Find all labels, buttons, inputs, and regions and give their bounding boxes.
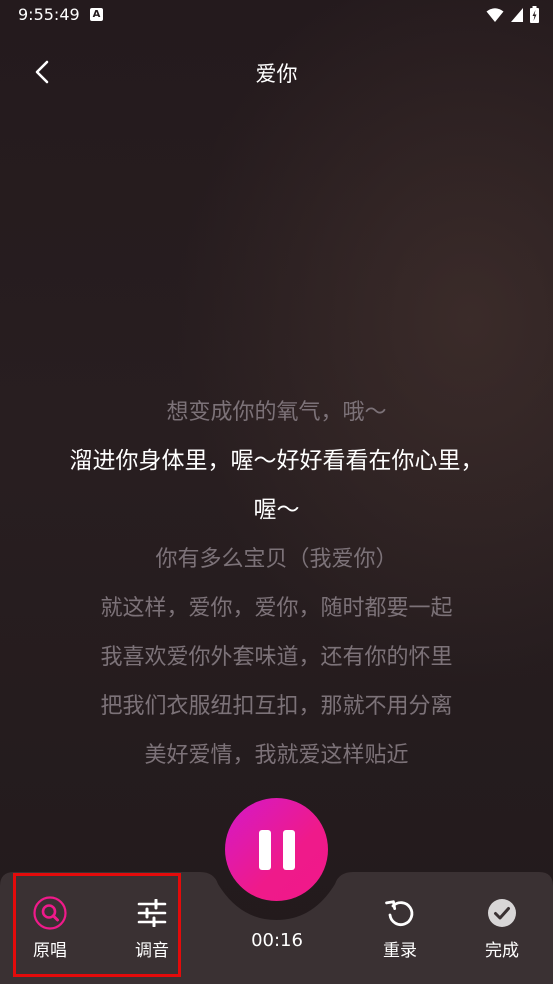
- lyric-line: 想变成你的氧气，哦～: [166, 400, 387, 425]
- status-icons: [486, 6, 539, 23]
- rerecord-button[interactable]: 重录: [365, 896, 435, 961]
- undo-icon: [385, 900, 414, 927]
- check-circle-icon: [488, 899, 516, 927]
- lyric-line-current: 溜进你身体里，喔～好好看看在你心里，: [69, 448, 484, 474]
- notification-a-icon: A: [90, 8, 103, 21]
- lyric-line: 美好爱情，我就爱这样贴近: [144, 743, 409, 768]
- highlight-box: [13, 873, 181, 977]
- rerecord-label: 重录: [383, 941, 417, 961]
- finish-label: 完成: [485, 941, 519, 961]
- lyric-line-current: 喔～: [253, 497, 300, 523]
- header: 爱你: [0, 48, 553, 96]
- lyrics-panel: 想变成你的氧气，哦～ 溜进你身体里，喔～好好看看在你心里， 喔～ 你有多么宝贝（…: [20, 388, 533, 780]
- karaoke-recording-screen: 9:55:49 A 爱你 想变成你的氧气，哦～ 溜进你身体里，喔～好好看看在你心…: [0, 0, 553, 984]
- pause-icon: [258, 829, 271, 870]
- page-title: 爱你: [255, 62, 298, 86]
- wifi-icon: [486, 7, 504, 22]
- status-time: 9:55:49: [18, 5, 80, 24]
- status-bar: 9:55:49 A: [0, 0, 553, 32]
- lyric-line: 你有多么宝贝（我爱你）: [155, 547, 398, 572]
- lyric-line: 我喜欢爱你外套味道，还有你的怀里: [100, 645, 453, 670]
- recording-timer: 00:16: [251, 930, 303, 951]
- lyric-line: 就这样，爱你，爱你，随时都要一起: [100, 596, 453, 621]
- pause-button[interactable]: [225, 798, 328, 901]
- battery-icon: [530, 6, 539, 23]
- signal-icon: [511, 7, 523, 22]
- finish-button[interactable]: 完成: [467, 896, 537, 961]
- lyric-line: 把我们衣服纽扣互扣，那就不用分离: [100, 694, 453, 719]
